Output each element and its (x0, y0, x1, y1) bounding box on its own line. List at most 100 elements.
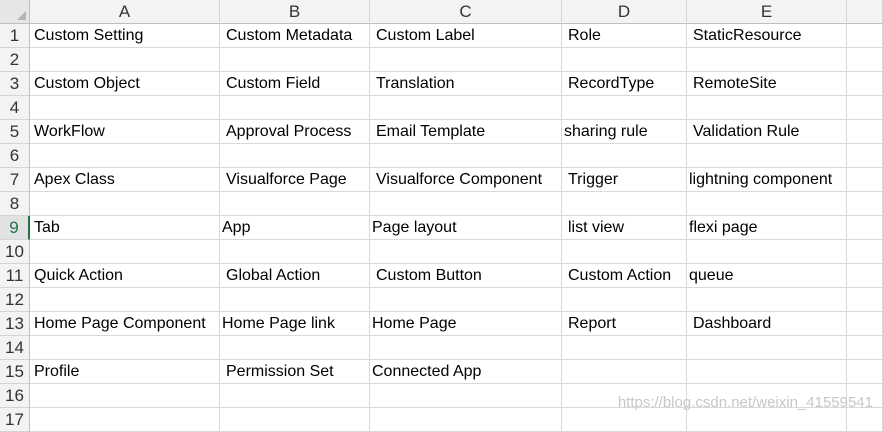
cell-d7[interactable]: Trigger (562, 168, 687, 192)
row-header-3[interactable]: 3 (0, 72, 30, 96)
cell-c7[interactable]: Visualforce Component (370, 168, 562, 192)
select-all-button[interactable] (0, 0, 30, 24)
cell-f2[interactable] (847, 48, 883, 72)
cell-c17[interactable] (370, 408, 562, 432)
cell-a15[interactable]: Profile (30, 360, 220, 384)
cell-f12[interactable] (847, 288, 883, 312)
row-header-16[interactable]: 16 (0, 384, 30, 408)
cell-a2[interactable] (30, 48, 220, 72)
cell-b11[interactable]: Global Action (220, 264, 370, 288)
cell-e10[interactable] (687, 240, 847, 264)
row-header-10[interactable]: 10 (0, 240, 30, 264)
row-header-13[interactable]: 13 (0, 312, 30, 336)
cell-a8[interactable] (30, 192, 220, 216)
cell-b13[interactable]: Home Page link (220, 312, 370, 336)
cell-c1[interactable]: Custom Label (370, 24, 562, 48)
cell-a7[interactable]: Apex Class (30, 168, 220, 192)
column-header-e[interactable]: E (687, 0, 847, 24)
cell-f5[interactable] (847, 120, 883, 144)
cell-c12[interactable] (370, 288, 562, 312)
cell-b12[interactable] (220, 288, 370, 312)
row-header-7[interactable]: 7 (0, 168, 30, 192)
cell-c13[interactable]: Home Page (370, 312, 562, 336)
row-header-17[interactable]: 17 (0, 408, 30, 432)
cell-d11[interactable]: Custom Action (562, 264, 687, 288)
cell-d5[interactable]: sharing rule (562, 120, 687, 144)
column-header-b[interactable]: B (220, 0, 370, 24)
cell-e17[interactable] (687, 408, 847, 432)
column-header-c[interactable]: C (370, 0, 562, 24)
cell-e15[interactable] (687, 360, 847, 384)
row-header-15[interactable]: 15 (0, 360, 30, 384)
cell-e11[interactable]: queue (687, 264, 847, 288)
column-header-f[interactable] (847, 0, 883, 24)
cell-d10[interactable] (562, 240, 687, 264)
cell-c5[interactable]: Email Template (370, 120, 562, 144)
cell-d13[interactable]: Report (562, 312, 687, 336)
cell-a5[interactable]: WorkFlow (30, 120, 220, 144)
cell-a3[interactable]: Custom Object (30, 72, 220, 96)
row-header-9[interactable]: 9 (0, 216, 30, 240)
cell-f11[interactable] (847, 264, 883, 288)
cell-d6[interactable] (562, 144, 687, 168)
cell-c14[interactable] (370, 336, 562, 360)
cell-b1[interactable]: Custom Metadata (220, 24, 370, 48)
cell-f1[interactable] (847, 24, 883, 48)
cell-f13[interactable] (847, 312, 883, 336)
cell-f15[interactable] (847, 360, 883, 384)
cell-a10[interactable] (30, 240, 220, 264)
row-header-4[interactable]: 4 (0, 96, 30, 120)
cell-d2[interactable] (562, 48, 687, 72)
cell-b15[interactable]: Permission Set (220, 360, 370, 384)
cell-f10[interactable] (847, 240, 883, 264)
cell-f3[interactable] (847, 72, 883, 96)
row-header-6[interactable]: 6 (0, 144, 30, 168)
cell-f7[interactable] (847, 168, 883, 192)
cell-c9[interactable]: Page layout (370, 216, 562, 240)
cell-d3[interactable]: RecordType (562, 72, 687, 96)
cell-a12[interactable] (30, 288, 220, 312)
cell-b4[interactable] (220, 96, 370, 120)
cell-f4[interactable] (847, 96, 883, 120)
cell-a4[interactable] (30, 96, 220, 120)
cell-a13[interactable]: Home Page Component (30, 312, 220, 336)
cell-a11[interactable]: Quick Action (30, 264, 220, 288)
cell-b7[interactable]: Visualforce Page (220, 168, 370, 192)
cell-f17[interactable] (847, 408, 883, 432)
cell-d14[interactable] (562, 336, 687, 360)
row-header-8[interactable]: 8 (0, 192, 30, 216)
cell-d15[interactable] (562, 360, 687, 384)
row-header-11[interactable]: 11 (0, 264, 30, 288)
cell-b16[interactable] (220, 384, 370, 408)
cell-e4[interactable] (687, 96, 847, 120)
row-header-5[interactable]: 5 (0, 120, 30, 144)
cell-b9[interactable]: App (220, 216, 370, 240)
column-header-a[interactable]: A (30, 0, 220, 24)
cell-f6[interactable] (847, 144, 883, 168)
cell-e2[interactable] (687, 48, 847, 72)
cell-a1[interactable]: Custom Setting (30, 24, 220, 48)
cell-d8[interactable] (562, 192, 687, 216)
row-header-2[interactable]: 2 (0, 48, 30, 72)
cell-c16[interactable] (370, 384, 562, 408)
cell-f14[interactable] (847, 336, 883, 360)
cell-c3[interactable]: Translation (370, 72, 562, 96)
cell-e13[interactable]: Dashboard (687, 312, 847, 336)
cell-c6[interactable] (370, 144, 562, 168)
cell-d17[interactable] (562, 408, 687, 432)
cell-b14[interactable] (220, 336, 370, 360)
cell-a6[interactable] (30, 144, 220, 168)
cell-e8[interactable] (687, 192, 847, 216)
cell-f8[interactable] (847, 192, 883, 216)
cell-a17[interactable] (30, 408, 220, 432)
cell-c10[interactable] (370, 240, 562, 264)
column-header-d[interactable]: D (562, 0, 687, 24)
cell-b10[interactable] (220, 240, 370, 264)
cell-e9[interactable]: flexi page (687, 216, 847, 240)
cell-e12[interactable] (687, 288, 847, 312)
cell-c15[interactable]: Connected App (370, 360, 562, 384)
cell-c8[interactable] (370, 192, 562, 216)
cell-d12[interactable] (562, 288, 687, 312)
cell-e5[interactable]: Validation Rule (687, 120, 847, 144)
cell-b3[interactable]: Custom Field (220, 72, 370, 96)
